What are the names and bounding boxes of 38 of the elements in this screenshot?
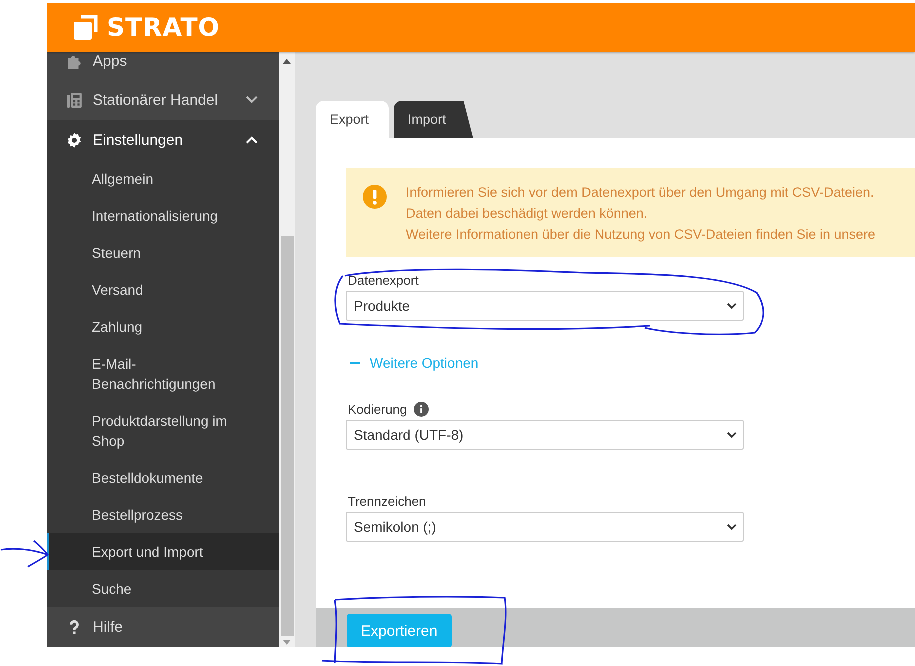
field-label: Kodierung: [348, 402, 408, 417]
sidebar-subitem[interactable]: Versand: [47, 271, 279, 308]
sidebar-subitem[interactable]: Suche: [47, 570, 279, 607]
sidebar-subitem[interactable]: Export und Import: [47, 533, 279, 570]
logo-text: STRATO: [107, 13, 220, 42]
caret-icon: [727, 303, 737, 309]
logo-icon: [74, 14, 100, 40]
sidebar-subitem[interactable]: Produktdarstellung im Shop: [47, 402, 279, 459]
warning-text: Daten dabei beschädigt werden können.: [406, 205, 649, 223]
caret-icon: [727, 524, 737, 530]
warning-icon: [363, 185, 387, 209]
scrollbar-thumb[interactable]: [280, 236, 294, 636]
dropdown[interactable]: Semikolon (;): [346, 512, 744, 542]
sidebar-item[interactable]: Stationärer Handel: [47, 80, 279, 120]
scroll-up-icon: [283, 59, 291, 64]
sidebar-item[interactable]: Hilfe: [47, 607, 279, 647]
sidebar-subitem[interactable]: Bestellprozess: [47, 496, 279, 533]
scroll-down-icon: [283, 640, 291, 645]
cash-register-icon: [66, 92, 83, 108]
field-label: Trennzeichen: [348, 494, 426, 509]
tab[interactable]: Import: [394, 101, 474, 138]
scrollbar[interactable]: [279, 52, 295, 647]
sidebar-subitem[interactable]: Internationalisierung: [47, 197, 279, 234]
sidebar-subitem[interactable]: E-Mail-Benachrichtigungen: [47, 345, 279, 402]
sidebar-item[interactable]: Apps: [47, 52, 279, 80]
sidebar-subitem[interactable]: Bestelldokumente: [47, 459, 279, 496]
warning-text: Weitere Informationen über die Nutzung von CSV-Dateien finden Sie in unsere: [406, 226, 876, 244]
settings-icon: [66, 132, 83, 148]
warning-text: Informieren Sie sich vor dem Datenexport über den Umgang mit CSV-Dateien.: [406, 184, 876, 202]
dropdown[interactable]: Produkte: [346, 291, 744, 321]
caret-icon: [727, 432, 737, 438]
sidebar-subitem[interactable]: Zahlung: [47, 308, 279, 345]
hand-drawn-arrow: [0, 540, 49, 568]
sidebar-subitem[interactable]: Allgemein: [47, 160, 279, 197]
dropdown[interactable]: Standard (UTF-8): [346, 420, 744, 450]
tab[interactable]: Export: [316, 101, 390, 138]
sidebar-subitem[interactable]: Steuern: [47, 234, 279, 271]
field-label: Datenexport: [348, 273, 419, 288]
